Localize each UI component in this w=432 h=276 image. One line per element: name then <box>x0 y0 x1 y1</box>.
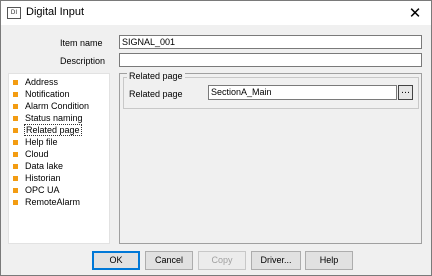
nav-item-label: RemoteAlarm <box>25 197 81 207</box>
nav-item-help-file[interactable]: Help file <box>11 136 58 148</box>
item-name-label: Item name <box>60 38 103 48</box>
description-label: Description <box>60 56 106 66</box>
nav-item-label: Address <box>25 77 59 87</box>
nav-item-label: Data lake <box>25 161 64 171</box>
nav-item-label: Related page <box>24 124 82 136</box>
bullet-icon <box>13 139 18 145</box>
app-icon: DI <box>7 7 21 19</box>
bullet-icon <box>13 79 18 85</box>
nav-item-label: Cloud <box>25 149 49 159</box>
bullet-icon <box>13 151 18 157</box>
title-bar: DI Digital Input ✕ <box>1 1 431 25</box>
bullet-icon <box>13 175 18 181</box>
nav-item-label: Historian <box>25 173 61 183</box>
close-icon[interactable]: ✕ <box>405 4 425 22</box>
nav-item-data-lake[interactable]: Data lake <box>11 160 63 172</box>
nav-item-historian[interactable]: Historian <box>11 172 61 184</box>
bullet-icon <box>13 91 18 97</box>
nav-item-opc-ua[interactable]: OPC UA <box>11 184 60 196</box>
window-title: Digital Input <box>26 6 85 18</box>
nav-item-address[interactable]: Address <box>11 76 58 88</box>
bullet-icon <box>13 163 18 169</box>
nav-item-label: Notification <box>25 89 70 99</box>
nav-item-related-page[interactable]: Related page <box>11 124 82 136</box>
dialog-window: DI Digital Input ✕ Item name SIGNAL_001 … <box>0 0 432 276</box>
related-page-label: Related page <box>129 89 183 99</box>
copy-button: Copy <box>198 251 246 270</box>
cancel-button[interactable]: Cancel <box>145 251 193 270</box>
nav-item-label: OPC UA <box>25 185 60 195</box>
browse-button[interactable]: … <box>398 85 413 100</box>
item-name-field[interactable]: SIGNAL_001 <box>119 35 422 49</box>
description-field[interactable] <box>119 53 422 67</box>
nav-item-label: Status naming <box>25 113 83 123</box>
nav-item-notification[interactable]: Notification <box>11 88 70 100</box>
nav-item-alarm-condition[interactable]: Alarm Condition <box>11 100 89 112</box>
nav-item-cloud[interactable]: Cloud <box>11 148 49 160</box>
bullet-icon <box>13 187 18 193</box>
nav-item-status-naming[interactable]: Status naming <box>11 112 83 124</box>
nav-item-label: Alarm Condition <box>25 101 90 111</box>
bullet-icon <box>13 103 18 109</box>
help-button[interactable]: Help <box>305 251 353 270</box>
property-nav-list: Address Notification Alarm Condition Sta… <box>8 73 110 244</box>
bullet-icon <box>13 127 18 133</box>
nav-item-label: Help file <box>25 137 58 147</box>
bullet-icon <box>13 115 18 121</box>
driver-button[interactable]: Driver... <box>251 251 301 270</box>
nav-item-remote-alarm[interactable]: RemoteAlarm <box>11 196 80 208</box>
ok-button[interactable]: OK <box>92 251 140 270</box>
bullet-icon <box>13 199 18 205</box>
related-page-field[interactable]: SectionA_Main <box>208 85 397 100</box>
related-page-group-title: Related page <box>127 71 185 81</box>
